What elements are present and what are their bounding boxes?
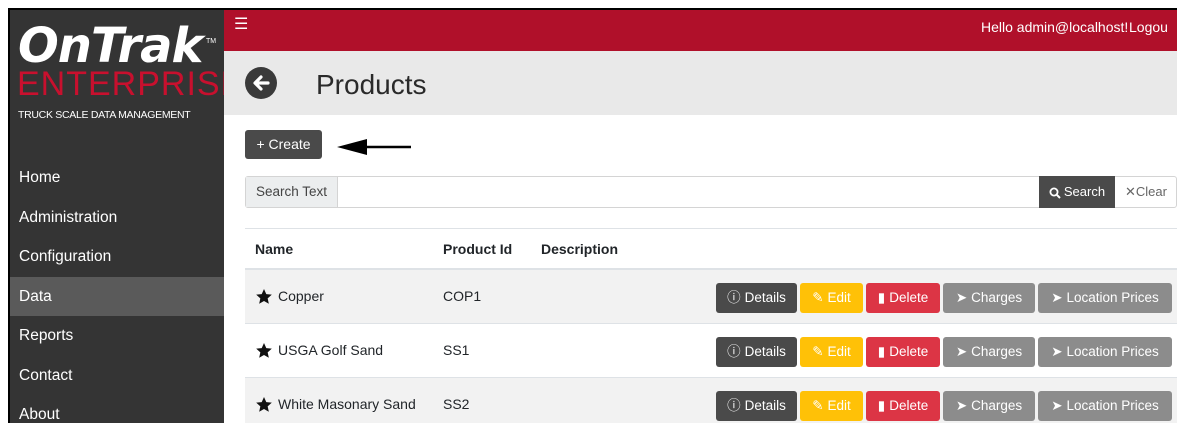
location-prices-button[interactable]: ➤ Location Prices xyxy=(1038,391,1172,421)
column-header-description[interactable]: Description xyxy=(541,241,618,257)
edit-label: Edit xyxy=(827,344,851,359)
arrow-left-icon xyxy=(253,75,270,91)
location-prices-button[interactable]: ➤ Location Prices xyxy=(1038,337,1172,367)
product-id: COP1 xyxy=(443,288,482,304)
details-label: Details xyxy=(744,290,786,305)
product-name: White Masonary Sand xyxy=(278,396,416,412)
edit-label: Edit xyxy=(827,290,851,305)
sidebar-item-data[interactable]: Data xyxy=(10,276,224,316)
charges-button[interactable]: ➤ Charges xyxy=(943,337,1035,367)
search-input[interactable] xyxy=(339,177,1039,207)
logout-link[interactable]: Logou xyxy=(1129,19,1168,35)
location-prices-button[interactable]: ➤ Location Prices xyxy=(1038,283,1172,313)
charges-button[interactable]: ➤ Charges xyxy=(943,391,1035,421)
delete-label: Delete xyxy=(889,398,929,413)
delete-label: Delete xyxy=(889,290,929,305)
sidebar-item-reports[interactable]: Reports xyxy=(10,316,224,356)
info-icon: ⓘ xyxy=(727,344,741,360)
sidebar-item-contact[interactable]: Contact xyxy=(10,356,224,396)
annotation-arrow-icon xyxy=(337,139,411,155)
details-label: Details xyxy=(744,398,786,413)
trash-icon: ▮ xyxy=(877,290,886,306)
arrow-right-circle-icon: ➤ xyxy=(955,290,968,306)
arrow-right-circle-icon: ➤ xyxy=(1051,344,1063,360)
create-button[interactable]: + Create xyxy=(245,130,322,159)
sidebar-item-administration[interactable]: Administration xyxy=(10,198,224,238)
hamburger-icon[interactable]: ☰ xyxy=(234,16,248,34)
details-button[interactable]: ⓘ Details xyxy=(716,391,797,421)
table-row: USGA Golf Sand SS1 ⓘ Details ✎ Edit ▮ Delet… xyxy=(245,324,1177,378)
column-header-name[interactable]: Name xyxy=(255,241,293,257)
star-icon[interactable] xyxy=(256,397,272,412)
table-header: Name Product Id Description xyxy=(245,228,1177,270)
logo-subtitle: ENTERPRISE xyxy=(17,65,245,103)
edit-button[interactable]: ✎ Edit xyxy=(800,283,863,313)
info-icon: ⓘ xyxy=(727,398,741,414)
search-icon xyxy=(1049,187,1061,199)
edit-button[interactable]: ✎ Edit xyxy=(800,391,863,421)
charges-label: Charges xyxy=(971,398,1023,413)
delete-button[interactable]: ▮ Delete xyxy=(866,391,940,421)
info-icon: ⓘ xyxy=(727,290,741,306)
details-button[interactable]: ⓘ Details xyxy=(716,337,797,367)
logo-wordmark: OnTrak xyxy=(18,18,203,74)
clear-button[interactable]: ✕Clear xyxy=(1115,177,1177,207)
sidebar-item-about[interactable]: About xyxy=(10,395,224,423)
sidebar-nav: Home Administration Configuration Data R… xyxy=(10,158,224,423)
top-bar: ☰ Hello admin@localhost! Logou xyxy=(224,8,1177,51)
product-id: SS1 xyxy=(443,342,470,358)
sidebar: OnTrak TM ENTERPRISE TRUCK SCALE DATA MA… xyxy=(8,8,243,423)
location-prices-label: Location Prices xyxy=(1066,344,1159,359)
search-bar: Search Text Search ✕Clear xyxy=(245,176,1177,208)
star-icon[interactable] xyxy=(256,343,272,358)
product-id: SS2 xyxy=(443,396,470,412)
clear-button-label: Clear xyxy=(1135,184,1167,199)
products-table: Name Product Id Description Copper COP1 … xyxy=(245,228,1177,423)
arrow-right-circle-icon: ➤ xyxy=(1051,398,1063,414)
logo-trademark: TM xyxy=(206,38,217,45)
arrow-right-circle-icon: ➤ xyxy=(955,398,968,414)
details-label: Details xyxy=(744,344,786,359)
location-prices-label: Location Prices xyxy=(1066,290,1159,305)
arrow-right-circle-icon: ➤ xyxy=(955,344,968,360)
edit-icon: ✎ xyxy=(812,344,824,360)
product-name: Copper xyxy=(278,288,324,304)
charges-label: Charges xyxy=(971,344,1023,359)
location-prices-label: Location Prices xyxy=(1066,398,1159,413)
details-button[interactable]: ⓘ Details xyxy=(716,283,797,313)
delete-button[interactable]: ▮ Delete xyxy=(866,283,940,313)
sidebar-item-home[interactable]: Home xyxy=(10,158,224,198)
page-title: Products xyxy=(316,69,427,100)
edit-icon: ✎ xyxy=(812,398,824,414)
delete-button[interactable]: ▮ Delete xyxy=(866,337,940,367)
brand-logo: OnTrak TM ENTERPRISE TRUCK SCALE DATA MA… xyxy=(10,10,243,145)
search-button[interactable]: Search xyxy=(1039,176,1115,208)
search-label: Search Text xyxy=(246,177,338,207)
edit-icon: ✎ xyxy=(812,290,824,306)
sidebar-item-configuration[interactable]: Configuration xyxy=(10,237,224,277)
close-icon: ✕ xyxy=(1125,184,1136,199)
search-button-label: Search xyxy=(1063,184,1106,199)
column-header-product-id[interactable]: Product Id xyxy=(443,241,512,257)
trash-icon: ▮ xyxy=(877,344,886,360)
edit-label: Edit xyxy=(827,398,851,413)
table-row: Copper COP1 ⓘ Details ✎ Edit ▮ Delete ➤ Char… xyxy=(245,270,1177,324)
edit-button[interactable]: ✎ Edit xyxy=(800,337,863,367)
logo-tagline: TRUCK SCALE DATA MANAGEMENT xyxy=(18,109,191,121)
table-row: White Masonary Sand SS2 ⓘ Details ✎ Edit ▮… xyxy=(245,378,1177,423)
back-button[interactable] xyxy=(245,67,277,99)
delete-label: Delete xyxy=(889,344,929,359)
product-name: USGA Golf Sand xyxy=(278,342,384,358)
charges-button[interactable]: ➤ Charges xyxy=(943,283,1035,313)
arrow-right-circle-icon: ➤ xyxy=(1051,290,1063,306)
star-icon[interactable] xyxy=(256,289,272,304)
trash-icon: ▮ xyxy=(877,398,886,414)
charges-label: Charges xyxy=(971,290,1023,305)
page-header: Products xyxy=(224,51,1177,115)
user-greeting[interactable]: Hello admin@localhost! xyxy=(981,19,1128,35)
